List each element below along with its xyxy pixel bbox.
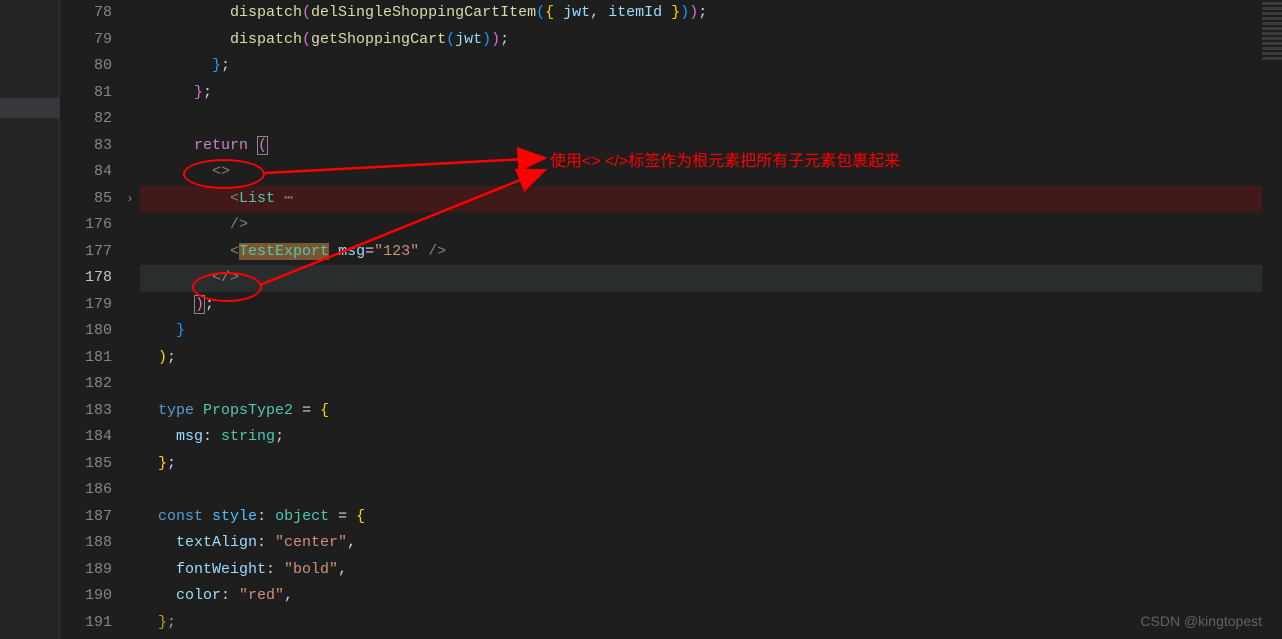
code-editor[interactable]: 7879808182838485176177178179180181182183…	[60, 0, 1282, 639]
code-line[interactable]: );	[140, 345, 1262, 372]
code-line[interactable]: const style: object = {	[140, 504, 1262, 531]
code-line[interactable]: color: "red",	[140, 583, 1262, 610]
line-number: 178	[60, 265, 112, 292]
code-line[interactable]: textAlign: "center",	[140, 530, 1262, 557]
line-number: 180	[60, 318, 112, 345]
line-number: 190	[60, 583, 112, 610]
fold-icon[interactable]	[120, 106, 140, 133]
code-line[interactable]: <List ⋯	[140, 186, 1262, 213]
fold-icon[interactable]	[120, 159, 140, 186]
fold-icon[interactable]	[120, 371, 140, 398]
line-number: 182	[60, 371, 112, 398]
minimap[interactable]	[1262, 0, 1282, 639]
line-number: 177	[60, 239, 112, 266]
annotation-text: 使用<> </>标签作为根元素把所有子元素包裹起来	[550, 147, 900, 171]
code-line[interactable]: />	[140, 212, 1262, 239]
line-number: 80	[60, 53, 112, 80]
code-line[interactable]: msg: string;	[140, 424, 1262, 451]
line-number: 78	[60, 0, 112, 27]
line-number: 84	[60, 159, 112, 186]
editor-container: 7879808182838485176177178179180181182183…	[0, 0, 1282, 639]
fold-icon[interactable]	[120, 504, 140, 531]
line-number: 185	[60, 451, 112, 478]
line-number: 83	[60, 133, 112, 160]
watermark: CSDN @kingtopest	[1140, 613, 1262, 629]
code-line[interactable]: }	[140, 318, 1262, 345]
fold-icon[interactable]	[120, 530, 140, 557]
annotation-circle-close-fragment	[192, 272, 262, 302]
line-number: 81	[60, 80, 112, 107]
fold-icon[interactable]	[120, 27, 140, 54]
fold-icon[interactable]	[120, 557, 140, 584]
fold-icon[interactable]	[120, 212, 140, 239]
activity-bar[interactable]	[0, 0, 60, 639]
line-number: 187	[60, 504, 112, 531]
line-number: 189	[60, 557, 112, 584]
code-line[interactable]: };	[140, 53, 1262, 80]
fold-icon[interactable]	[120, 424, 140, 451]
line-number: 179	[60, 292, 112, 319]
code-line[interactable]: };	[140, 610, 1262, 637]
code-line[interactable]: dispatch(getShoppingCart(jwt));	[140, 27, 1262, 54]
fold-icon[interactable]	[120, 398, 140, 425]
fold-icon[interactable]	[120, 53, 140, 80]
fold-icon[interactable]	[120, 610, 140, 637]
fold-icon[interactable]	[120, 0, 140, 27]
code-line[interactable]	[140, 106, 1262, 133]
fold-icon[interactable]	[120, 318, 140, 345]
line-number: 188	[60, 530, 112, 557]
code-line[interactable]: </>	[140, 265, 1262, 292]
line-number: 82	[60, 106, 112, 133]
code-line[interactable]: dispatch(delSingleShoppingCartItem({ jwt…	[140, 0, 1262, 27]
sidebar-selected-item[interactable]	[0, 98, 60, 118]
code-line[interactable]: );	[140, 292, 1262, 319]
annotation-circle-open-fragment	[183, 159, 265, 189]
code-line[interactable]	[140, 371, 1262, 398]
fold-icon[interactable]	[120, 451, 140, 478]
line-number: 186	[60, 477, 112, 504]
line-number: 191	[60, 610, 112, 637]
line-number-gutter: 7879808182838485176177178179180181182183…	[60, 0, 120, 639]
fold-icon[interactable]	[120, 133, 140, 160]
fold-icon[interactable]	[120, 265, 140, 292]
line-number: 176	[60, 212, 112, 239]
fold-icon[interactable]	[120, 80, 140, 107]
fold-icon[interactable]: ›	[120, 186, 140, 213]
fold-icon[interactable]	[120, 477, 140, 504]
code-line[interactable]	[140, 477, 1262, 504]
line-number: 181	[60, 345, 112, 372]
line-number: 79	[60, 27, 112, 54]
code-line[interactable]: };	[140, 451, 1262, 478]
code-line[interactable]: };	[140, 80, 1262, 107]
code-content[interactable]: dispatch(delSingleShoppingCartItem({ jwt…	[140, 0, 1262, 639]
code-line[interactable]: type PropsType2 = {	[140, 398, 1262, 425]
fold-icon[interactable]	[120, 345, 140, 372]
fold-icon[interactable]	[120, 292, 140, 319]
line-number: 85	[60, 186, 112, 213]
fold-icon[interactable]	[120, 239, 140, 266]
line-number: 184	[60, 424, 112, 451]
line-number: 183	[60, 398, 112, 425]
code-line[interactable]: fontWeight: "bold",	[140, 557, 1262, 584]
code-line[interactable]: <TestExport msg="123" />	[140, 239, 1262, 266]
fold-column: ›	[120, 0, 140, 639]
fold-icon[interactable]	[120, 583, 140, 610]
